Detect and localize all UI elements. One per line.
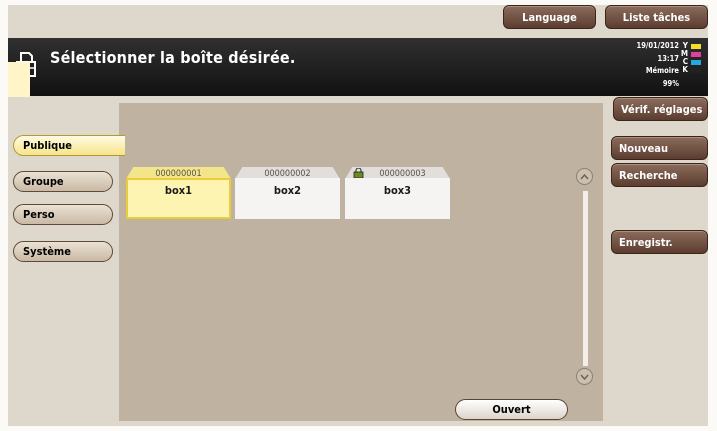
tab-perso[interactable]: Perso: [13, 204, 113, 225]
time-text: 13:17: [657, 53, 679, 63]
tab-groupe-label: Groupe: [23, 175, 64, 188]
box-item-3[interactable]: 000000003 box3: [345, 167, 450, 219]
scrollbar-track[interactable]: [583, 191, 588, 366]
toner-bar: [691, 67, 701, 73]
toner-levels: YMCK: [680, 42, 702, 74]
tab-systeme[interactable]: Système: [13, 241, 113, 262]
toner-bar: [691, 51, 701, 57]
tab-publique[interactable]: Publique: [13, 135, 125, 156]
box-name: box1: [164, 184, 193, 197]
status-panel: 19/01/2012 13:17 Mémoire 99% YMCK: [604, 42, 704, 94]
recherche-label: Recherche: [619, 168, 678, 182]
language-label: Language: [522, 10, 577, 24]
tab-publique-label: Publique: [23, 139, 73, 152]
active-tab-strip: [8, 62, 30, 97]
toner-letter: K: [682, 65, 688, 75]
enregistr-label: Enregistr.: [619, 235, 673, 249]
memory-value: 99%: [662, 78, 679, 88]
memory-label: Mémoire: [645, 66, 679, 75]
date-text: 19/01/2012: [636, 41, 680, 50]
toner-bar: [691, 43, 701, 49]
tab-groupe[interactable]: Groupe: [13, 171, 113, 192]
tab-systeme-label: Système: [23, 245, 71, 258]
tab-perso-label: Perso: [23, 208, 55, 221]
scroll-up-button[interactable]: [576, 168, 593, 185]
header-bar: Sélectionner la boîte désirée. 19/01/201…: [8, 38, 708, 96]
page-title: Sélectionner la boîte désirée.: [50, 48, 296, 67]
box-list-panel: [119, 103, 603, 421]
lock-icon: [353, 168, 364, 178]
box-name: box2: [273, 184, 302, 197]
recherche-button[interactable]: Recherche: [611, 163, 708, 187]
control-panel-screen: Language Liste tâches Sélectionner la bo…: [8, 5, 708, 426]
language-button[interactable]: Language: [503, 5, 596, 29]
toner-level-k: K: [680, 66, 702, 74]
verif-reglages-label: Vérif. réglages: [621, 102, 703, 116]
box-item-2[interactable]: 000000002 box2: [235, 167, 340, 219]
open-button-label: Ouvert: [492, 403, 531, 416]
liste-taches-button[interactable]: Liste tâches: [605, 5, 708, 29]
liste-taches-label: Liste tâches: [622, 10, 691, 24]
enregistr-button[interactable]: Enregistr.: [611, 230, 708, 254]
nouveau-label: Nouveau: [619, 141, 669, 155]
box-name: box3: [383, 184, 412, 197]
toner-bar: [691, 59, 701, 65]
box-item-1[interactable]: 000000001 box1: [126, 167, 231, 219]
chevron-up-icon: [580, 173, 589, 179]
scroll-down-button[interactable]: [576, 368, 593, 385]
nouveau-button[interactable]: Nouveau: [611, 136, 708, 160]
open-button[interactable]: Ouvert: [455, 399, 568, 420]
verif-reglages-button[interactable]: Vérif. réglages: [613, 97, 708, 121]
chevron-down-icon: [580, 374, 589, 380]
